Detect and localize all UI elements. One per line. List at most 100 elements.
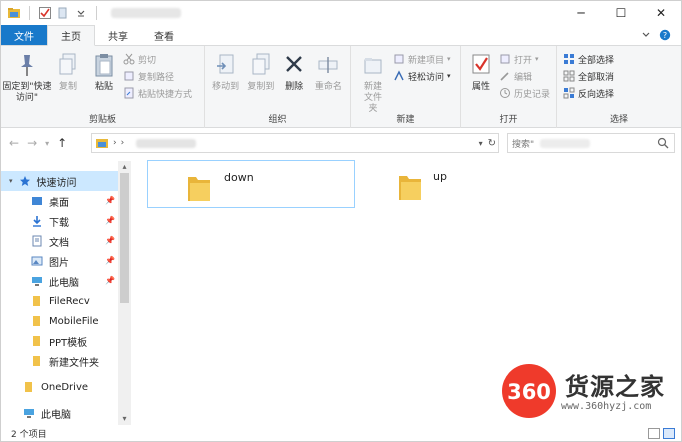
scissors-icon xyxy=(123,53,135,65)
open-button[interactable]: 打开 ▾ xyxy=(499,52,550,66)
copy-path-icon xyxy=(124,71,134,81)
explorer-window: ─ ☐ ✕ 文件 主页 共享 查看 ? 固定到"快速访问" 复制 粘贴 剪切 复… xyxy=(0,0,682,442)
copy-path-button[interactable]: 复制路径 xyxy=(123,69,192,83)
open-label: 打开 xyxy=(514,55,533,66)
copy-path-label: 复制路径 xyxy=(138,72,175,83)
sidebar-item-ppt-templates[interactable]: PPT模板 xyxy=(31,331,87,351)
new-folder-icon[interactable] xyxy=(56,6,70,20)
paste-label: 粘贴 xyxy=(94,82,113,92)
sidebar-item-onedrive[interactable]: OneDrive xyxy=(23,377,88,397)
folder-item-down[interactable]: down xyxy=(147,160,355,208)
sidebar-item-this-pc[interactable]: 此电脑 xyxy=(23,403,71,423)
sidebar-item-label: 图片 xyxy=(49,257,69,269)
chevron-down-icon[interactable]: ▾ xyxy=(9,177,13,185)
cut-label: 剪切 xyxy=(138,55,157,66)
sidebar-scrollbar[interactable]: ▴ ▾ xyxy=(118,161,131,425)
360-logo: 360 xyxy=(502,364,556,418)
new-item-button[interactable]: 新建项目 ▾ xyxy=(393,52,451,66)
invert-selection-button[interactable]: 反向选择 xyxy=(563,86,614,100)
organize-group: 移动到 复制到 删除 重命名 组织 xyxy=(205,46,351,128)
edit-button[interactable]: 编辑 xyxy=(499,69,550,83)
forward-arrow-icon[interactable]: → xyxy=(27,136,37,150)
pin-label: 固定到"快速访问" xyxy=(2,82,52,103)
title-bar: ─ ☐ ✕ xyxy=(1,1,681,25)
chevron-down-icon: ▾ xyxy=(447,55,451,63)
sidebar-item-label: 此电脑 xyxy=(41,409,71,421)
chevron-down-icon[interactable]: ▾ xyxy=(479,139,483,148)
pin-icon: 📌 xyxy=(105,276,115,285)
sidebar-item-quick-access[interactable]: ▾ 快速访问 xyxy=(1,171,118,191)
up-arrow-icon[interactable]: ↑ xyxy=(57,136,67,150)
sidebar-item-pictures[interactable]: 图片 xyxy=(31,251,69,271)
sidebar-item-label: MobileFile xyxy=(49,315,99,327)
history-clock-icon xyxy=(500,88,510,98)
tab-home[interactable]: 主页 xyxy=(47,25,95,46)
paste-clipboard-icon xyxy=(91,50,117,80)
sidebar-item-label: 此电脑 xyxy=(49,277,79,289)
sidebar-item-mobilefile[interactable]: MobileFile xyxy=(31,311,99,331)
item-count: 2 个项目 xyxy=(11,429,47,440)
pin-icon xyxy=(14,50,40,80)
open-group-label: 打开 xyxy=(499,115,518,125)
tab-view[interactable]: 查看 xyxy=(141,25,187,45)
folder-name: down xyxy=(224,171,254,184)
sidebar-item-label: 文档 xyxy=(49,237,69,249)
clipboard-group-label: 剪贴板 xyxy=(88,115,116,125)
chevron-down-icon[interactable] xyxy=(641,30,651,40)
sidebar-item-this-pc-quick[interactable]: 此电脑 xyxy=(31,271,79,291)
large-icons-view-icon[interactable] xyxy=(663,428,675,439)
toolbar-divider xyxy=(29,6,30,20)
select-all-button[interactable]: 全部选择 xyxy=(563,52,614,66)
minimize-button[interactable]: ─ xyxy=(561,1,601,25)
properties-check-icon[interactable] xyxy=(38,6,52,20)
tab-share[interactable]: 共享 xyxy=(95,25,141,45)
search-box[interactable]: 搜索" xyxy=(507,133,675,153)
chevron-down-icon: ▾ xyxy=(535,55,539,63)
history-label: 历史记录 xyxy=(514,89,551,100)
address-bar[interactable]: › › ▾ ↻ xyxy=(91,133,499,153)
sidebar-item-label: 快速访问 xyxy=(36,177,77,189)
scroll-down-icon[interactable]: ▾ xyxy=(118,413,131,425)
search-icon[interactable] xyxy=(657,137,669,149)
copy-to-icon xyxy=(248,50,274,80)
refresh-icon[interactable]: ↻ xyxy=(488,138,496,149)
help-icon[interactable]: ? xyxy=(659,29,671,41)
folder-icon xyxy=(33,296,40,306)
computer-icon xyxy=(32,277,42,286)
breadcrumb-chevron-icon[interactable]: › xyxy=(121,138,125,148)
new-folder-label: 新建文件夹 xyxy=(363,82,382,114)
move-to-icon xyxy=(213,50,239,80)
close-button[interactable]: ✕ xyxy=(641,1,681,25)
sidebar-item-new-folder[interactable]: 新建文件夹 xyxy=(31,351,99,371)
ribbon-right-controls: ? xyxy=(641,25,681,45)
back-arrow-icon[interactable]: ← xyxy=(9,136,19,150)
select-group-label: 选择 xyxy=(609,115,628,125)
cut-button[interactable]: 剪切 xyxy=(123,52,192,66)
sidebar-item-downloads[interactable]: 下载 xyxy=(31,211,69,231)
scrollbar-thumb[interactable] xyxy=(120,173,129,303)
select-group: 全部选择 全部取消 反向选择 选择 xyxy=(557,46,681,128)
folder-icon xyxy=(399,176,421,200)
maximize-button[interactable]: ☐ xyxy=(601,1,641,25)
organize-group-label: 组织 xyxy=(268,115,287,125)
desktop-folder-icon xyxy=(32,197,42,205)
window-title-redacted xyxy=(111,8,181,18)
select-none-button[interactable]: 全部取消 xyxy=(563,69,614,83)
breadcrumb-chevron-icon[interactable]: › xyxy=(113,138,117,148)
computer-icon xyxy=(24,409,34,418)
details-view-icon[interactable] xyxy=(648,428,660,439)
sidebar-item-documents[interactable]: 文档 xyxy=(31,231,69,251)
chevron-down-icon[interactable] xyxy=(74,6,88,20)
window-controls: ─ ☐ ✕ xyxy=(561,1,681,25)
recent-locations-chevron-icon[interactable]: ▾ xyxy=(45,139,49,148)
easy-access-button[interactable]: 轻松访问 ▾ xyxy=(393,69,451,83)
sidebar-item-filerecv[interactable]: FileRecv xyxy=(31,291,90,311)
sidebar-item-desktop[interactable]: 桌面 xyxy=(31,191,69,211)
view-switcher xyxy=(648,428,675,439)
tab-file[interactable]: 文件 xyxy=(1,25,47,45)
folder-item-up[interactable]: up xyxy=(359,160,567,208)
status-bar: 2 个项目 xyxy=(1,425,681,441)
scroll-up-icon[interactable]: ▴ xyxy=(118,161,131,173)
history-button[interactable]: 历史记录 xyxy=(499,86,550,100)
paste-shortcut-button[interactable]: 粘贴快捷方式 xyxy=(123,86,192,100)
